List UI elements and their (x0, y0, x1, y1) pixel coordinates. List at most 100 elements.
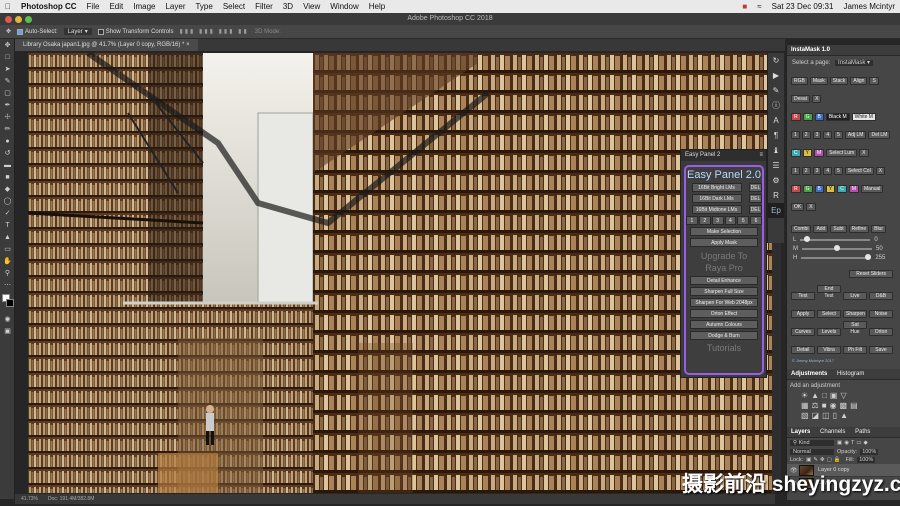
tab-adjustments[interactable]: Adjustments (791, 371, 827, 377)
im-select-lum-button[interactable]: Select Lum (826, 149, 858, 157)
im-test-button[interactable]: Test (791, 292, 815, 300)
sharpen-web-button[interactable]: Sharpen For Web 2048px (690, 298, 758, 307)
app-menu[interactable]: Photoshop CC (21, 2, 77, 11)
reset-sliders-button[interactable]: Reset Sliders (849, 270, 893, 278)
im-ok-button[interactable]: OK (791, 203, 805, 211)
screen-mode-icon[interactable]: ▣ (0, 325, 15, 337)
move-tool-icon[interactable]: ✥ (0, 39, 15, 51)
adjustment-icons[interactable]: ☀▲□▣▽ ▦⚖■◉▩▤ ▧◪◫▯▲ (787, 389, 900, 423)
auto-select-dropdown[interactable]: Layer ▾ (63, 28, 92, 35)
zoom-tool-icon[interactable]: ⚲ (0, 267, 15, 279)
menu-image[interactable]: Image (133, 2, 155, 11)
doc-size[interactable]: Doc: 191.4M/382.8M (48, 496, 94, 502)
slider-handle[interactable] (803, 235, 810, 242)
slider-track[interactable] (802, 244, 872, 251)
im-black-m-button[interactable]: Black M (825, 113, 850, 121)
path-select-tool-icon[interactable]: ▲ (0, 231, 15, 243)
im-lum-2-button[interactable]: 2 (801, 131, 811, 139)
im-refine-tab[interactable]: Refine (848, 225, 870, 233)
menu-3d[interactable]: 3D (283, 2, 293, 11)
easy-panel-header[interactable]: Easy Panel 2 ≡ (681, 150, 766, 161)
marquee-tool-icon[interactable]: □ (0, 51, 15, 63)
upgrade-text[interactable]: Upgrade To (686, 250, 762, 262)
info-icon[interactable]: ⓘ (768, 98, 784, 113)
tab-paths[interactable]: Paths (855, 429, 870, 435)
im-c2-button[interactable]: C (837, 185, 847, 193)
lock-icons[interactable]: ▣✎✥▢🔒 (806, 457, 842, 463)
auto-select-checkbox[interactable]: Auto-Select: (17, 28, 58, 35)
close-window-icon[interactable] (5, 16, 12, 23)
clone-source-icon[interactable]: ♝ (768, 143, 784, 158)
im-levels-button[interactable]: Levels (817, 328, 841, 336)
image-canvas[interactable] (28, 53, 772, 493)
im-detail-button[interactable]: Detail (791, 346, 815, 354)
sharpen-full-size-button[interactable]: Sharpen Full Size (690, 287, 758, 296)
im-apply-button[interactable]: Apply (791, 310, 815, 318)
im-dnb-button[interactable]: D&B (869, 292, 893, 300)
menu-type[interactable]: Type (195, 2, 212, 11)
im-r2-button[interactable]: R (791, 185, 801, 193)
tab-channels[interactable]: Channels (820, 429, 845, 435)
im-save-button[interactable]: Save (869, 346, 893, 354)
im-s-button[interactable]: S (869, 77, 879, 85)
healing-tool-icon[interactable]: ☩ (0, 111, 15, 123)
blend-mode-dropdown[interactable]: Normal (790, 449, 834, 455)
shape-tool-icon[interactable]: ▭ (0, 243, 15, 255)
show-transform-checkbox[interactable]: Show Transform Controls (97, 28, 173, 35)
im-g-button[interactable]: G (802, 113, 813, 121)
properties-icon[interactable]: ⚙ (768, 173, 784, 188)
lum-1-button[interactable]: 1 (686, 216, 698, 225)
slider-handle[interactable] (834, 244, 840, 251)
menu-layer[interactable]: Layer (165, 2, 185, 11)
im-combi-tab[interactable]: Combi (791, 225, 812, 233)
apple-icon[interactable]:  (5, 2, 11, 11)
im-y2-button[interactable]: Y (825, 185, 836, 193)
im-stack-button[interactable]: Stack (829, 77, 849, 85)
align-icons[interactable]: ▮▮▮ ▮▮▮ ▮▮▮ ▮▮ (179, 28, 248, 35)
im-blur-tab[interactable]: Blur (871, 225, 887, 233)
minimize-window-icon[interactable] (15, 16, 22, 23)
crop-tool-icon[interactable]: ▢ (0, 87, 15, 99)
im-noise-button[interactable]: Noise (869, 310, 893, 318)
im-g2-button[interactable]: G (802, 185, 813, 193)
lum-5-button[interactable]: 5 (737, 216, 750, 225)
document-tab[interactable]: Library Osaka japan1.jpg @ 41.7% (Layer … (15, 39, 198, 51)
menu-help[interactable]: Help (369, 2, 385, 11)
paragraph-icon[interactable]: ¶ (768, 128, 784, 143)
pen-tool-icon[interactable]: ✓ (0, 207, 15, 219)
im-add-tab[interactable]: Add (813, 225, 829, 233)
user-name[interactable]: James Mcintyr (843, 2, 895, 11)
im-r-button[interactable]: R (791, 113, 801, 121)
lasso-tool-icon[interactable]: ➤ (0, 63, 15, 75)
im-manual-button[interactable]: Manual (861, 185, 884, 193)
menu-file[interactable]: File (87, 2, 100, 11)
blur-tool-icon[interactable]: ◆ (0, 183, 15, 195)
type-tool-icon[interactable]: T (0, 219, 15, 231)
im-vibra-button[interactable]: Vibra (817, 346, 841, 354)
move-tool-icon[interactable]: ✥ (6, 28, 11, 35)
dark-lms-button[interactable]: 16Bit Dark LMs (691, 194, 742, 203)
slider-track[interactable] (801, 253, 872, 260)
panel-menu-icon[interactable]: ≡ (759, 150, 763, 161)
im-ph-filt-button[interactable]: Ph Filt (843, 346, 867, 354)
raya-pro-text[interactable]: Raya Pro (686, 262, 762, 274)
easy-panel-icon[interactable]: Ep (768, 203, 784, 218)
brush-preset-icon[interactable]: ✎ (768, 83, 784, 98)
make-selection-button[interactable]: Make Selection (690, 227, 758, 236)
slider-track[interactable] (800, 235, 871, 242)
im-curves-button[interactable]: Curves (791, 328, 815, 336)
im-lum-5-button[interactable]: 5 (834, 131, 843, 139)
im-align-button[interactable]: Align (850, 77, 868, 85)
history-brush-tool-icon[interactable]: ↺ (0, 147, 15, 159)
quick-select-tool-icon[interactable]: ✎ (0, 75, 15, 87)
im-m-button[interactable]: M (813, 149, 825, 157)
im-del-lm-button[interactable]: Del LM (868, 131, 891, 139)
im-live-button[interactable]: Live (843, 292, 867, 300)
raya-icon[interactable]: R (768, 188, 784, 203)
im-c-button[interactable]: C (791, 149, 801, 157)
dodge-burn-button[interactable]: Dodge & Burn (690, 331, 758, 340)
im-lum-1-button[interactable]: 1 (791, 131, 800, 139)
im-orton-button[interactable]: Orton (869, 328, 893, 336)
im-subt-tab[interactable]: Subt (830, 225, 847, 233)
im-x3-button[interactable]: X (875, 167, 886, 175)
